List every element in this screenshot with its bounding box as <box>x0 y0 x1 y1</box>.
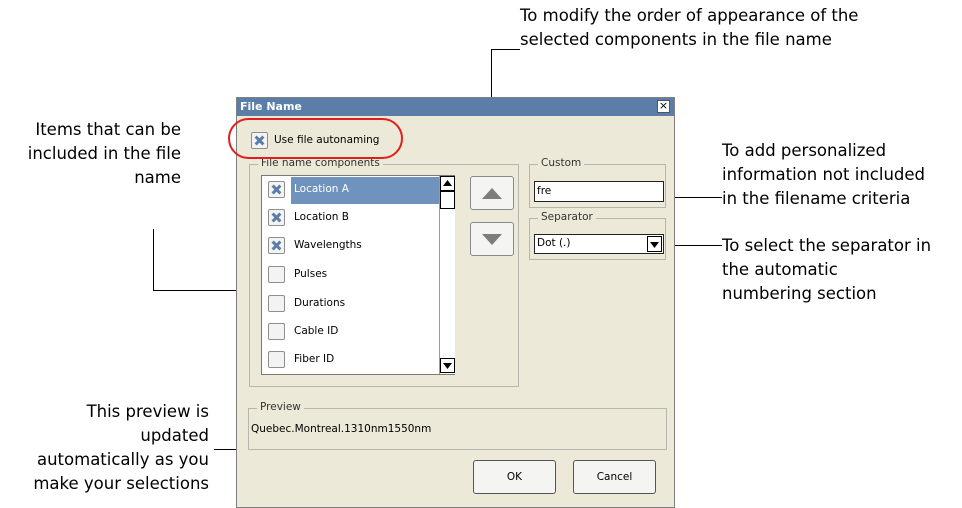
scroll-down-button[interactable] <box>440 358 455 373</box>
annotation-line: numbering section <box>722 284 877 303</box>
custom-group-label: Custom <box>538 157 585 169</box>
item-checkbox[interactable] <box>268 266 285 283</box>
triangle-up-icon <box>443 180 452 186</box>
separator-select-value: Dot (.) <box>537 237 571 249</box>
annotation-line: included in the file <box>27 144 181 163</box>
item-checkbox[interactable] <box>268 351 285 368</box>
leader-line-separator <box>672 245 722 246</box>
list-item[interactable]: Durations <box>264 290 438 318</box>
item-checkbox[interactable] <box>268 295 285 312</box>
annotation-line: in the filename criteria <box>722 189 911 208</box>
item-label: Pulses <box>294 268 328 280</box>
preview-text: Quebec.Montreal.1310nm1550nm <box>251 423 432 435</box>
annotation-line: To add personalized <box>722 141 887 160</box>
item-label: Location B <box>294 211 349 223</box>
leader-line-items <box>153 229 154 291</box>
annotation-line: the automatic <box>722 260 838 279</box>
list-item[interactable]: Location B <box>264 204 438 232</box>
scroll-thumb[interactable] <box>440 191 455 209</box>
annotation-separator: To select the separator in the automatic… <box>722 234 931 306</box>
leader-line-custom <box>672 197 722 198</box>
annotation-line: Items that can be <box>35 120 181 139</box>
components-list[interactable]: Location A Location B Wavelengths Pulses… <box>261 175 455 375</box>
list-item[interactable]: Cable ID <box>264 318 438 346</box>
triangle-down-icon <box>482 234 502 245</box>
item-checkbox[interactable] <box>268 209 285 226</box>
list-scrollbar[interactable] <box>439 176 455 374</box>
item-label: Location A <box>294 183 349 195</box>
dropdown-button[interactable] <box>647 236 662 252</box>
annotation-line: automatically as you <box>36 450 209 469</box>
ok-button[interactable]: OK <box>473 460 556 494</box>
title-bar: File Name × <box>237 98 674 116</box>
list-item[interactable]: Location A <box>264 176 439 204</box>
leader-line-order <box>491 49 520 50</box>
annotation-line: selected components in the file name <box>520 30 832 49</box>
item-checkbox[interactable] <box>268 181 285 198</box>
triangle-up-icon <box>482 188 502 199</box>
item-label: Durations <box>294 297 346 309</box>
annotation-line: To select the separator in <box>722 236 932 255</box>
annotation-items: Items that can be included in the file n… <box>28 118 181 190</box>
autonaming-highlight-ring <box>228 118 403 159</box>
annotation-line: To modify the order of appearance of the <box>520 6 859 25</box>
move-down-button[interactable] <box>470 222 514 256</box>
custom-input[interactable]: fre <box>534 181 664 202</box>
annotation-line: name <box>134 168 181 187</box>
item-label: Cable ID <box>294 325 339 337</box>
chevron-down-icon <box>650 242 659 248</box>
annotation-line: This preview is <box>86 402 209 421</box>
item-checkbox[interactable] <box>268 237 285 254</box>
close-icon[interactable]: × <box>657 100 670 113</box>
dialog-title: File Name <box>240 100 302 113</box>
annotation-preview: This preview is updated automatically as… <box>33 400 209 496</box>
annotation-custom: To add personalized information not incl… <box>722 139 925 211</box>
list-item[interactable]: Wavelengths <box>264 232 438 260</box>
separator-group-label: Separator <box>538 211 596 223</box>
item-label: Fiber ID <box>294 353 335 365</box>
move-up-button[interactable] <box>470 176 514 210</box>
triangle-down-icon <box>443 363 452 369</box>
separator-select[interactable]: Dot (.) <box>534 234 664 254</box>
annotation-line: information not included <box>722 165 925 184</box>
item-checkbox[interactable] <box>268 323 285 340</box>
scroll-up-button[interactable] <box>440 176 455 191</box>
annotation-line: updated <box>140 426 209 445</box>
custom-input-value: fre <box>537 185 552 197</box>
item-label: Wavelengths <box>294 239 362 251</box>
list-item[interactable]: Pulses <box>264 261 438 289</box>
preview-group-label: Preview <box>257 401 304 413</box>
list-item[interactable]: Fiber ID <box>264 346 438 374</box>
cancel-button[interactable]: Cancel <box>573 460 656 494</box>
annotation-line: make your selections <box>33 474 209 493</box>
annotation-order: To modify the order of appearance of the… <box>520 4 858 52</box>
